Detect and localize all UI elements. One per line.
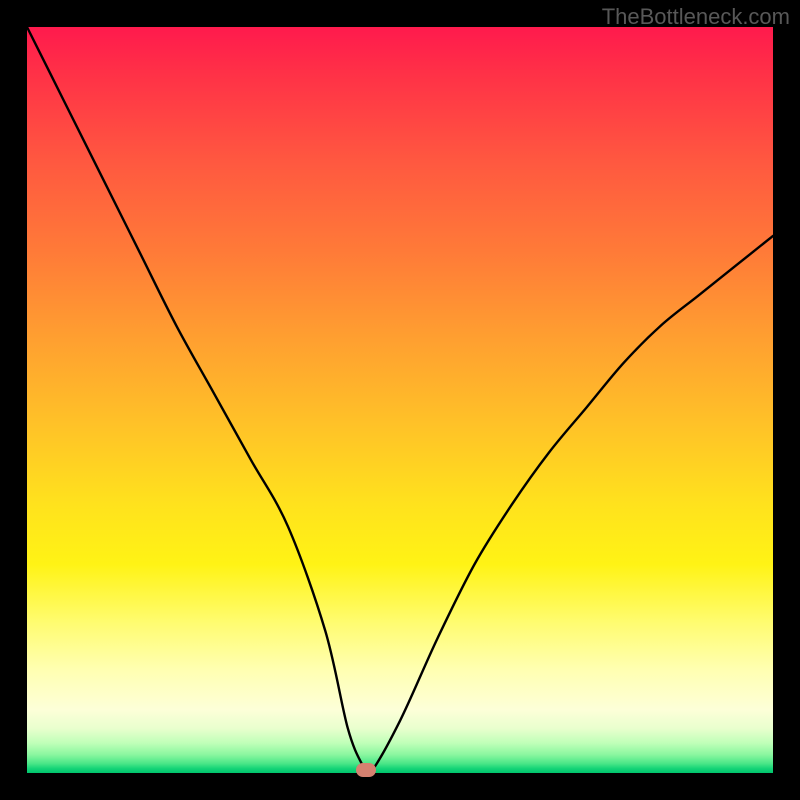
valley-marker [356, 763, 376, 777]
plot-area [27, 27, 773, 773]
bottleneck-curve [27, 27, 773, 773]
watermark-text: TheBottleneck.com [602, 4, 790, 30]
chart-frame: TheBottleneck.com [0, 0, 800, 800]
